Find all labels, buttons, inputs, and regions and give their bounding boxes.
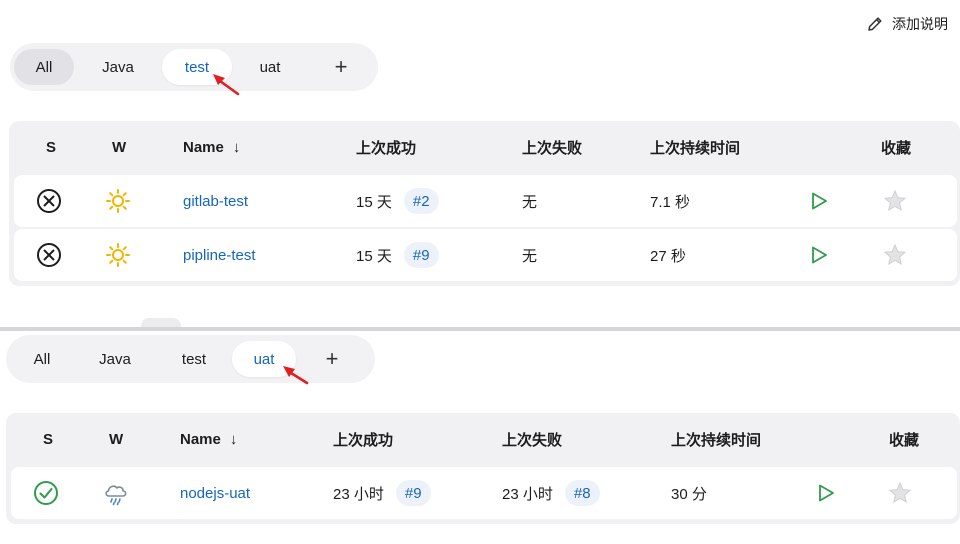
success-icon xyxy=(33,467,59,519)
last-success-time: 23 小时 xyxy=(333,485,384,503)
tab-java[interactable]: Java xyxy=(74,49,162,85)
sort-down-icon: ↓ xyxy=(229,430,238,448)
header-last-failure[interactable]: 上次失败 xyxy=(522,121,582,173)
build-number-link[interactable]: #9 xyxy=(395,480,431,506)
view-tabs: All Java test uat + xyxy=(10,43,378,91)
star-icon[interactable] xyxy=(887,467,913,519)
star-icon[interactable] xyxy=(882,175,908,227)
table-row: gitlab-test 15 天 #2 无 7.1 秒 xyxy=(14,175,957,227)
header-last-success[interactable]: 上次成功 xyxy=(356,121,416,173)
tab-test[interactable]: test xyxy=(156,341,232,377)
build-number-link[interactable]: #2 xyxy=(403,188,439,214)
add-view-button[interactable]: + xyxy=(308,49,374,85)
add-description-label: 添加说明 xyxy=(892,16,948,32)
header-last-duration[interactable]: 上次持续时间 xyxy=(650,121,740,173)
header-last-failure[interactable]: 上次失败 xyxy=(502,413,562,465)
tab-java[interactable]: Java xyxy=(74,341,156,377)
jobs-table: S W Name ↓ 上次成功 上次失败 上次持续时间 收藏 gitlab-te… xyxy=(9,121,960,286)
header-weather[interactable]: W xyxy=(109,413,123,465)
tab-uat[interactable]: uat xyxy=(232,49,308,85)
star-icon[interactable] xyxy=(882,229,908,281)
top-view: 添加说明 All Java test uat + S W Name ↓ 上次成功… xyxy=(0,0,960,328)
play-icon[interactable] xyxy=(808,175,830,227)
last-duration: 30 分 xyxy=(671,485,707,503)
red-arrow-icon xyxy=(283,366,309,385)
sort-down-icon: ↓ xyxy=(232,138,241,156)
header-status[interactable]: S xyxy=(46,121,56,173)
header-last-duration[interactable]: 上次持续时间 xyxy=(671,413,761,465)
play-icon[interactable] xyxy=(808,229,830,281)
bottom-view: All Java test uat + S W Name ↓ 上次成功 上次失败… xyxy=(0,332,960,544)
last-failure-time: 23 小时 xyxy=(502,485,553,503)
header-last-success[interactable]: 上次成功 xyxy=(333,413,393,465)
last-success-time: 15 天 xyxy=(356,193,392,211)
last-failure-time: 无 xyxy=(522,247,538,265)
header-name[interactable]: Name ↓ xyxy=(183,121,240,173)
job-name-link[interactable]: pipline-test xyxy=(183,247,256,264)
build-number-link[interactable]: #8 xyxy=(564,480,600,506)
add-description-button[interactable]: 添加说明 xyxy=(866,14,948,34)
last-success-time: 15 天 xyxy=(356,247,392,265)
tab-all[interactable]: All xyxy=(14,49,74,85)
red-arrow-icon xyxy=(213,74,240,96)
table-row: nodejs-uat 23 小时 #9 23 小时 #8 30 分 xyxy=(11,467,957,519)
pencil-icon xyxy=(868,17,882,31)
job-name-link[interactable]: gitlab-test xyxy=(183,193,248,210)
failed-icon xyxy=(36,229,62,281)
tab-all[interactable]: All xyxy=(10,341,74,377)
last-duration: 27 秒 xyxy=(650,247,686,265)
header-name-label: Name xyxy=(183,138,224,156)
play-icon[interactable] xyxy=(815,467,837,519)
header-weather[interactable]: W xyxy=(112,121,126,173)
last-duration: 7.1 秒 xyxy=(650,193,691,211)
last-failure-time: 无 xyxy=(522,193,538,211)
build-number-link[interactable]: #9 xyxy=(403,242,439,268)
jobs-table: S W Name ↓ 上次成功 上次失败 上次持续时间 收藏 nodejs-ua… xyxy=(6,413,960,524)
header-favorite[interactable]: 收藏 xyxy=(889,413,919,465)
rain-cloud-icon xyxy=(102,467,130,519)
sun-icon xyxy=(105,175,131,227)
header-status[interactable]: S xyxy=(43,413,53,465)
section-divider xyxy=(0,327,960,331)
job-name-link[interactable]: nodejs-uat xyxy=(180,485,250,502)
header-name[interactable]: Name ↓ xyxy=(180,413,237,465)
table-row: pipline-test 15 天 #9 无 27 秒 xyxy=(14,229,957,281)
header-favorite[interactable]: 收藏 xyxy=(881,121,911,173)
failed-icon xyxy=(36,175,62,227)
header-name-label: Name xyxy=(180,430,221,448)
view-tabs: All Java test uat + xyxy=(6,335,375,383)
sun-icon xyxy=(105,229,131,281)
